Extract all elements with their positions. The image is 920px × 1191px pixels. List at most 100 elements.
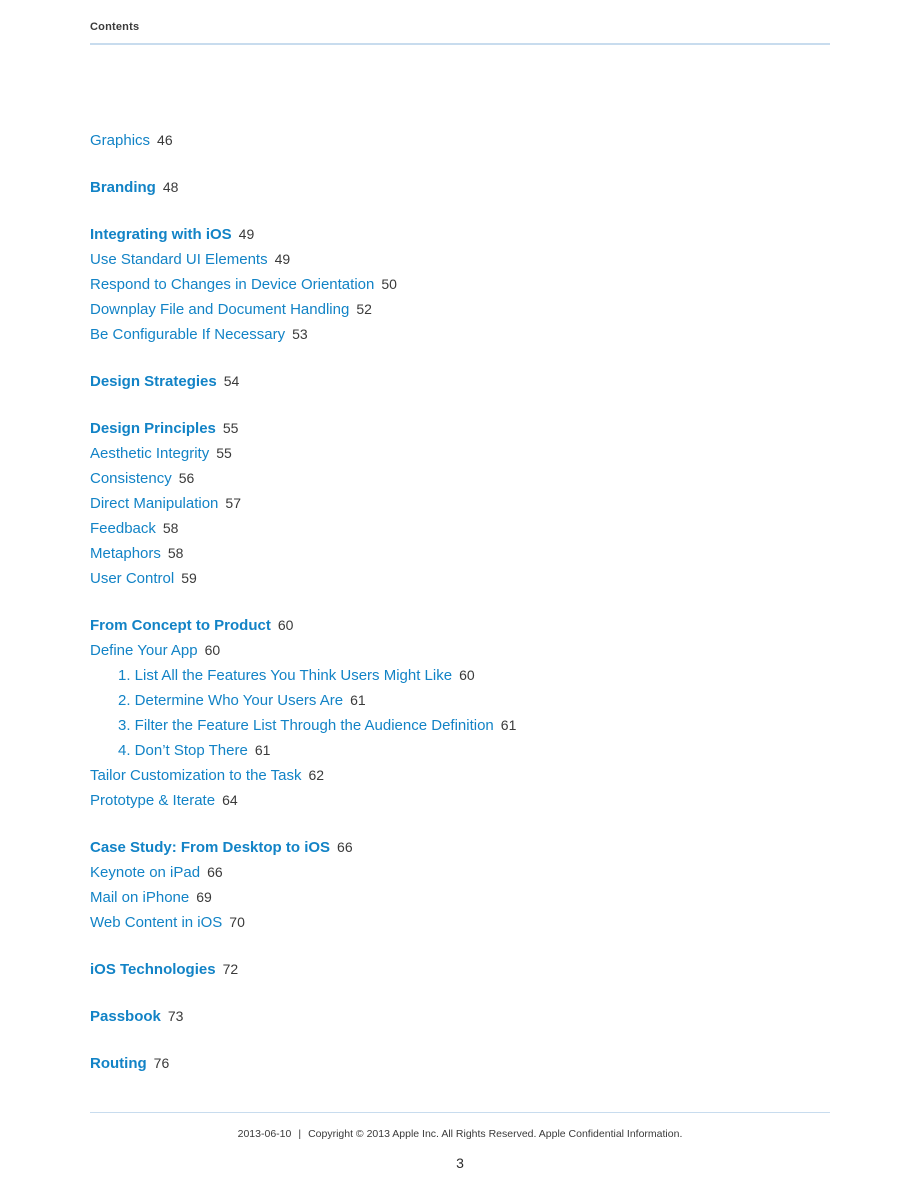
toc-entry-page-number: 60 [459, 667, 475, 683]
toc-entry-label[interactable]: Direct Manipulation [90, 495, 218, 512]
toc-entry-label[interactable]: Consistency [90, 470, 172, 487]
toc-group: Case Study: From Desktop to iOS 66 Keynote… [90, 835, 850, 935]
toc-entry[interactable]: iOS Technologies 72 [90, 957, 850, 982]
toc-group: iOS Technologies 72 [90, 957, 850, 982]
toc-entry-label[interactable]: Case Study: From Desktop to iOS [90, 839, 330, 856]
toc-entry[interactable]: From Concept to Product 60 [90, 613, 850, 638]
toc-entry[interactable]: 2. Determine Who Your Users Are 61 [90, 688, 850, 713]
toc-entry-page-number: 54 [223, 373, 240, 389]
toc-entry-page-number: 69 [196, 889, 212, 905]
toc-group: Branding 48 [90, 175, 850, 200]
toc-entry[interactable]: Design Principles 55 [90, 416, 850, 441]
toc-entry-label[interactable]: Tailor Customization to the Task [90, 767, 302, 784]
toc-entry-label[interactable]: Downplay File and Document Handling [90, 301, 349, 318]
toc-group: Design Strategies 54 [90, 369, 850, 394]
toc-entry[interactable]: Prototype & Iterate 64 [90, 788, 850, 813]
toc-entry-label[interactable]: Integrating with iOS [90, 226, 232, 243]
toc-entry[interactable]: Consistency 56 [90, 466, 850, 491]
toc-entry-label[interactable]: Aesthetic Integrity [90, 445, 209, 462]
toc-entry-page-number: 73 [167, 1008, 184, 1024]
toc-entry[interactable]: 4. Don’t Stop There 61 [90, 738, 850, 763]
toc-entry[interactable]: Design Strategies 54 [90, 369, 850, 394]
toc-group: Passbook 73 [90, 1004, 850, 1029]
toc-entry[interactable]: Use Standard UI Elements 49 [90, 247, 850, 272]
toc-entry[interactable]: Integrating with iOS 49 [90, 222, 850, 247]
toc-entry[interactable]: Passbook 73 [90, 1004, 850, 1029]
toc-entry-page-number: 56 [178, 470, 195, 486]
toc-entry-label[interactable]: Use Standard UI Elements [90, 251, 268, 268]
toc-entry-page-number: 48 [162, 179, 179, 195]
toc-entry[interactable]: User Control 59 [90, 566, 850, 591]
toc-entry-label[interactable]: User Control [90, 570, 174, 587]
toc-entry-label[interactable]: iOS Technologies [90, 961, 216, 978]
toc-group: From Concept to Product 60 Define Your App… [90, 613, 850, 813]
toc-entry-label[interactable]: Graphics [90, 132, 150, 149]
toc-entry[interactable]: Feedback 58 [90, 516, 850, 541]
toc-entry[interactable]: Metaphors 58 [90, 541, 850, 566]
toc-entry-page-number: 55 [222, 420, 239, 436]
toc-entry-label[interactable]: Mail on iPhone [90, 889, 189, 906]
toc-entry[interactable]: Aesthetic Integrity 55 [90, 441, 850, 466]
toc-entry[interactable]: Respond to Changes in Device Orientation… [90, 272, 850, 297]
toc-entry-page-number: 49 [238, 226, 255, 242]
toc-entry[interactable]: Web Content in iOS 70 [90, 910, 850, 935]
footer-rule [90, 1112, 830, 1113]
toc-entry-page-number: 76 [153, 1055, 170, 1071]
toc-entry[interactable]: Direct Manipulation 57 [90, 491, 850, 516]
toc-entry-page-number: 50 [381, 276, 397, 292]
toc-entry-label[interactable]: Metaphors [90, 545, 161, 562]
toc-entry-page-number: 58 [162, 520, 179, 536]
toc-entry-label[interactable]: Passbook [90, 1008, 161, 1025]
toc-entry-page-number: 61 [500, 717, 517, 733]
toc-entry[interactable]: Keynote on iPad 66 [90, 860, 850, 885]
toc-entry-page-number: 58 [167, 545, 184, 561]
toc-entry-label[interactable]: 3. Filter the Feature List Through the A… [118, 717, 494, 734]
toc-entry[interactable]: Routing 76 [90, 1051, 850, 1076]
document-page: Contents Graphics 46 Branding 48 Integrating… [0, 0, 920, 1191]
toc-entry-page-number: 61 [254, 742, 271, 758]
toc-group: Integrating with iOS 49 Use Standard UI El… [90, 222, 850, 347]
toc-entry[interactable]: 1. List All the Features You Think Users… [90, 663, 850, 688]
toc-entry-label[interactable]: Define Your App [90, 642, 198, 659]
toc-entry[interactable]: Tailor Customization to the Task 62 [90, 763, 850, 788]
toc-entry[interactable]: Be Configurable If Necessary 53 [90, 322, 850, 347]
toc-group: Design Principles 55 Aesthetic Integrity 55… [90, 416, 850, 591]
toc-entry-page-number: 60 [204, 642, 221, 658]
toc-entry-label[interactable]: Prototype & Iterate [90, 792, 215, 809]
toc-entry[interactable]: 3. Filter the Feature List Through the A… [90, 713, 850, 738]
toc-entry[interactable]: Define Your App 60 [90, 638, 850, 663]
toc-entry-page-number: 46 [157, 132, 173, 148]
toc-entry-label[interactable]: Be Configurable If Necessary [90, 326, 285, 343]
footer-text: 2013-06-10 | Copyright © 2013 Apple Inc. A… [0, 1127, 920, 1141]
toc-entry-label[interactable]: Web Content in iOS [90, 914, 222, 931]
toc-entry[interactable]: Case Study: From Desktop to iOS 66 [90, 835, 850, 860]
toc-entry-page-number: 72 [222, 961, 239, 977]
toc-entry-label[interactable]: Keynote on iPad [90, 864, 200, 881]
toc-entry-page-number: 61 [350, 692, 366, 708]
toc-entry-label[interactable]: Design Strategies [90, 373, 217, 390]
header-title: Contents [90, 21, 140, 33]
toc-group: Routing 76 [90, 1051, 850, 1076]
footer-copyright: Copyright © 2013 Apple Inc. All Rights R… [308, 1128, 683, 1140]
toc-entry[interactable]: Graphics 46 [90, 128, 850, 153]
toc-entry-label[interactable]: Design Principles [90, 420, 216, 437]
toc-entry-page-number: 49 [274, 251, 291, 267]
toc-entry-page-number: 70 [229, 914, 245, 930]
toc-entry-label[interactable]: 1. List All the Features You Think Users… [118, 667, 452, 684]
toc-entry-page-number: 52 [356, 301, 372, 317]
footer-date: 2013-06-10 [237, 1128, 292, 1140]
header-rule [90, 43, 830, 45]
toc-entry[interactable]: Mail on iPhone 69 [90, 885, 850, 910]
toc-entry[interactable]: Downplay File and Document Handling 52 [90, 297, 850, 322]
toc-group: Graphics 46 [90, 128, 850, 153]
toc-entry-label[interactable]: 2. Determine Who Your Users Are [118, 692, 343, 709]
toc-entry-label[interactable]: 4. Don’t Stop There [118, 742, 248, 759]
toc-entry-label[interactable]: From Concept to Product [90, 617, 271, 634]
toc-entry-page-number: 66 [207, 864, 223, 880]
toc-entry-page-number: 59 [181, 570, 197, 586]
toc-entry-label[interactable]: Branding [90, 179, 156, 196]
toc-entry-label[interactable]: Feedback [90, 520, 156, 537]
toc-entry-label[interactable]: Routing [90, 1055, 147, 1072]
toc-entry-label[interactable]: Respond to Changes in Device Orientation [90, 276, 374, 293]
toc-entry[interactable]: Branding 48 [90, 175, 850, 200]
